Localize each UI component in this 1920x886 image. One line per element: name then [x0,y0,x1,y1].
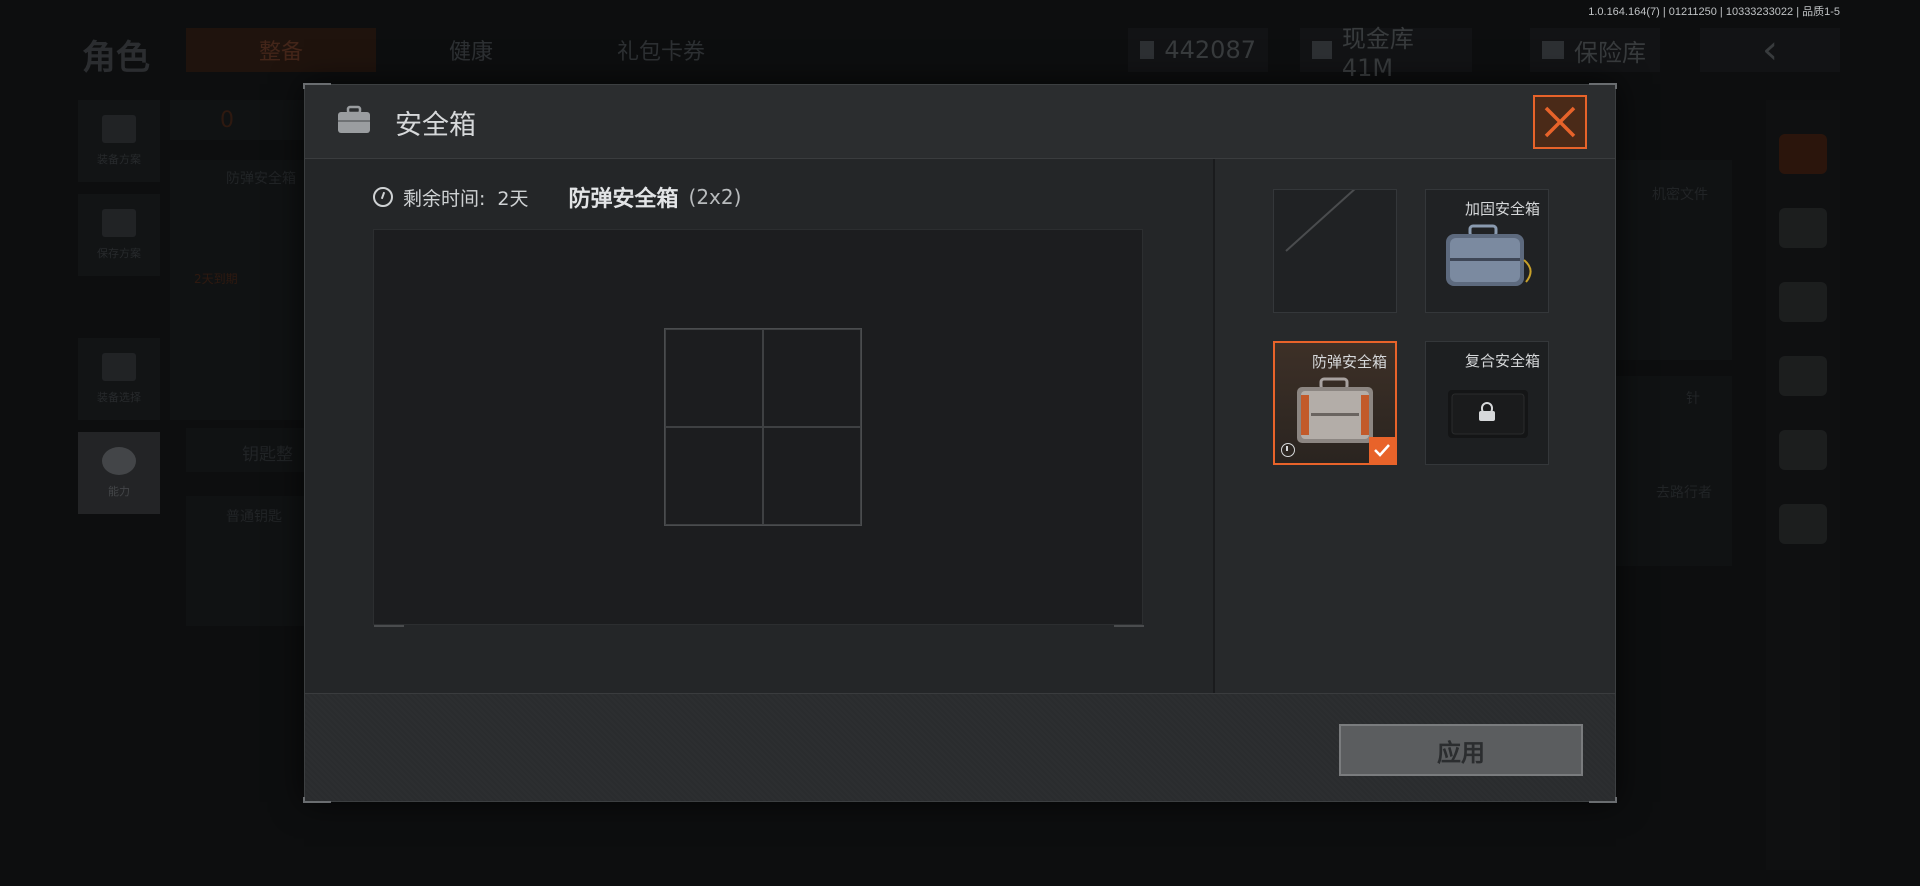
case-info-line: 剩余时间: 2天 防弹安全箱 (2x2) [373,181,741,213]
case-slot-label: 复合安全箱 [1464,352,1540,370]
remaining-time-value: 2天 [497,187,529,210]
close-button[interactable] [1533,95,1587,149]
modal-header: 安全箱 [305,85,1615,159]
grid-cell[interactable] [665,427,763,525]
selected-check [1369,437,1395,463]
case-storage-grid [664,328,862,526]
check-icon [1374,444,1390,457]
briefcase-icon [338,105,370,133]
grid-cell[interactable] [763,427,861,525]
case-preview-panel: 剩余时间: 2天 防弹安全箱 (2x2) [305,159,1213,693]
safe-box-modal: 安全箱 剩余时间: 2天 防弹安全箱 (2x2) 加固安全箱 防弹安全箱 复合安… [303,83,1617,803]
lock-icon [1479,402,1495,421]
modal-title: 安全箱 [395,110,476,141]
grid-cell[interactable] [665,329,763,427]
case-size: (2x2) [688,185,742,209]
remaining-time-label: 剩余时间: [403,187,486,210]
case-storage-area [373,229,1144,627]
reinforced-case-image [1446,224,1532,286]
case-slot-composite[interactable]: 复合安全箱 [1425,341,1549,465]
close-icon [1544,106,1576,138]
clock-icon [373,187,393,207]
case-slot-reinforced[interactable]: 加固安全箱 [1425,189,1549,313]
case-slot-empty[interactable] [1273,189,1397,313]
apply-button[interactable]: 应用 [1339,724,1583,776]
version-info: 1.0.164.164(7) | 01211250 | 10333233022 … [1588,6,1840,18]
timer-clock-icon [1281,443,1295,457]
case-slot-label: 防弹安全箱 [1311,353,1387,371]
empty-slash [1285,190,1391,252]
case-name: 防弹安全箱 [568,187,679,212]
grid-cell[interactable] [763,329,861,427]
modal-footer: 应用 [305,693,1615,801]
case-selection-panel: 加固安全箱 防弹安全箱 复合安全箱 [1215,159,1615,693]
case-slot-bulletproof[interactable]: 防弹安全箱 [1273,341,1397,465]
case-slot-label: 加固安全箱 [1464,200,1540,218]
